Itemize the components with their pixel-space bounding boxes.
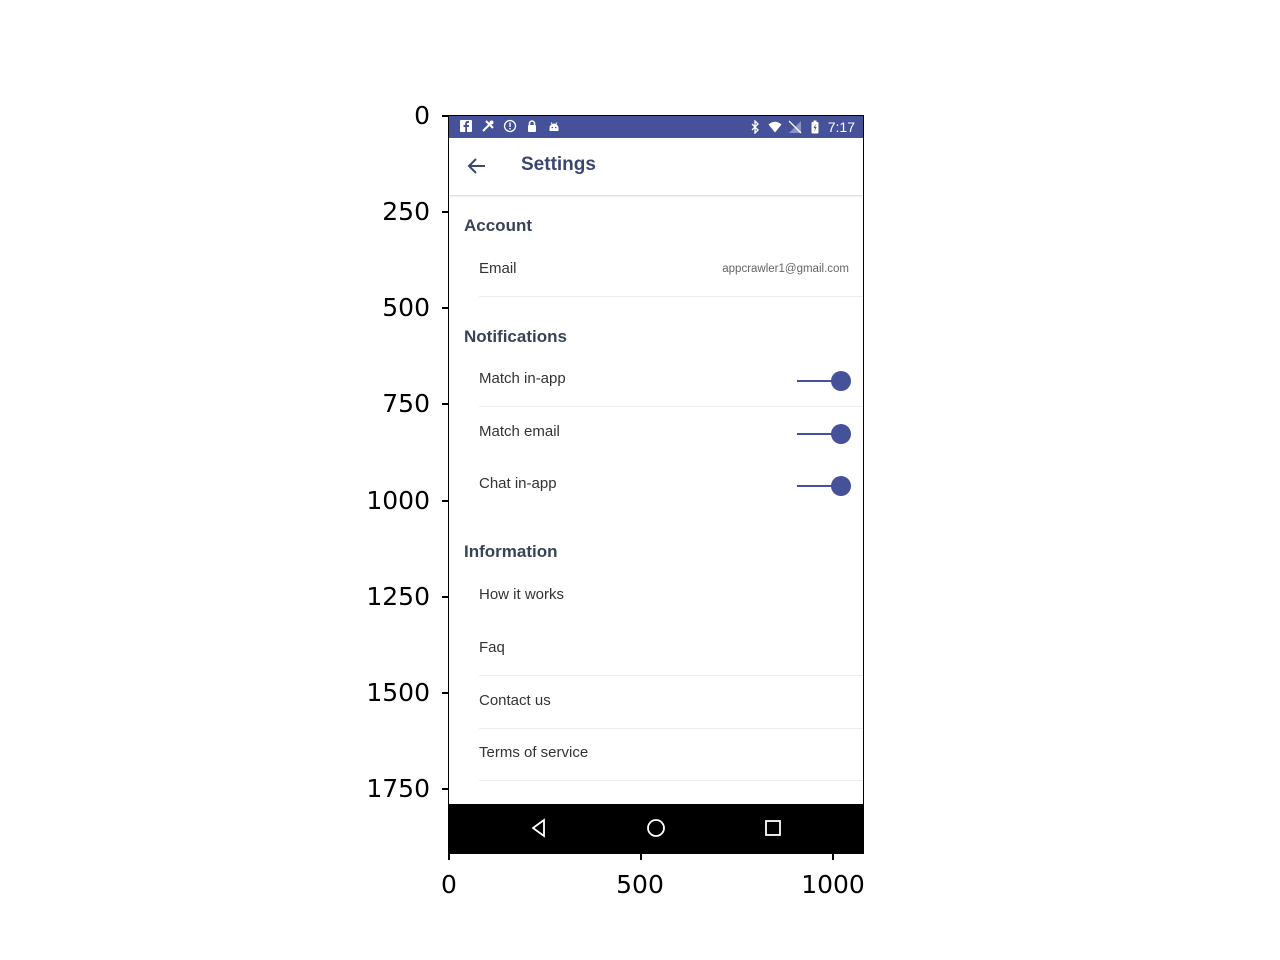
email-label: Email: [479, 260, 517, 277]
battery-charging-icon: [811, 120, 819, 134]
match-in-app-label: Match in-app: [479, 370, 566, 387]
email-row[interactable]: Email appcrawler1@gmail.com: [479, 244, 863, 297]
y-tick-label: 1250: [366, 582, 430, 611]
chat-in-app-label: Chat in-app: [479, 475, 557, 492]
x-tick: [448, 854, 450, 860]
email-value: appcrawler1@gmail.com: [722, 263, 849, 275]
wifi-icon: [768, 121, 782, 133]
section-header-notifications: Notifications: [464, 327, 567, 346]
match-email-row[interactable]: Match email: [479, 407, 863, 459]
system-nav-bar: [449, 804, 863, 853]
toggle-thumb: [831, 371, 851, 391]
match-email-label: Match email: [479, 423, 560, 440]
x-tick-label: 1000: [801, 870, 865, 899]
faq-row[interactable]: Faq: [479, 623, 863, 676]
y-tick-label: 1500: [366, 678, 430, 707]
terms-of-service-row[interactable]: Terms of service: [479, 728, 863, 781]
phone-screen: 7:17 Settings Account Email appcrawler1@…: [448, 115, 864, 854]
chat-in-app-row[interactable]: Chat in-app: [479, 459, 863, 511]
page-title: Settings: [521, 154, 596, 175]
how-it-works-label: How it works: [479, 586, 565, 603]
toggle-thumb: [831, 424, 851, 444]
facebook-icon: [460, 120, 472, 132]
match-email-toggle[interactable]: [797, 423, 851, 445]
toggle-thumb: [831, 476, 851, 496]
tools-icon: [482, 120, 494, 132]
y-tick-label: 0: [414, 101, 430, 130]
x-tick: [832, 854, 834, 860]
contact-us-label: Contact us: [479, 692, 551, 709]
bluetooth-icon: [751, 120, 759, 134]
y-tick-label: 1000: [366, 486, 430, 515]
contact-us-row[interactable]: Contact us: [479, 676, 863, 729]
match-in-app-row[interactable]: Match in-app: [479, 354, 863, 407]
how-it-works-row[interactable]: How it works: [479, 570, 863, 622]
match-in-app-toggle[interactable]: [797, 370, 851, 392]
section-header-information: Information: [464, 542, 558, 561]
arrow-left-icon[interactable]: [465, 154, 489, 178]
y-tick-label: 1750: [366, 774, 430, 803]
x-tick: [640, 854, 642, 860]
android-icon: [549, 122, 559, 131]
back-triangle-icon[interactable]: [527, 816, 551, 840]
y-tick-label: 750: [382, 389, 430, 418]
x-tick-label: 0: [441, 870, 457, 899]
faq-label: Faq: [479, 639, 505, 656]
info-circle-icon: [503, 119, 517, 133]
status-time: 7:17: [827, 119, 855, 135]
x-tick-label: 500: [616, 870, 664, 899]
home-circle-icon[interactable]: [644, 816, 668, 840]
chat-in-app-toggle[interactable]: [797, 475, 851, 497]
y-tick-label: 500: [382, 293, 430, 322]
section-header-account: Account: [464, 216, 532, 235]
y-tick-label: 250: [382, 197, 430, 226]
recents-square-icon[interactable]: [761, 816, 785, 840]
app-toolbar: Settings: [449, 138, 863, 196]
terms-of-service-label: Terms of service: [479, 744, 589, 761]
no-signal-icon: [788, 120, 802, 134]
lock-icon: [528, 120, 536, 132]
status-bar: 7:17: [449, 116, 863, 138]
